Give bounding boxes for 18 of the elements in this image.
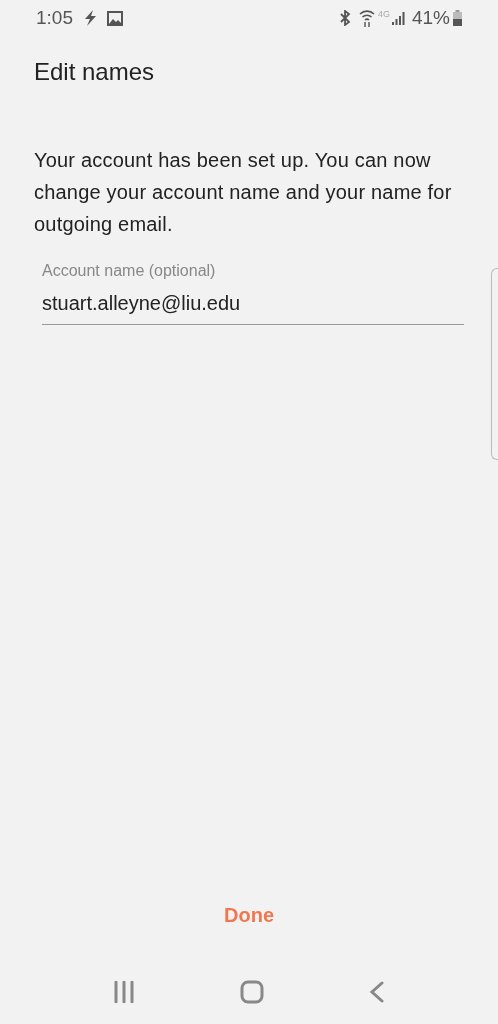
- setup-message: Your account has been set up. You can now change your account name and your name for outgoing email.: [34, 148, 453, 237]
- page-title: Edit names: [34, 57, 156, 87]
- edge-panel-handle[interactable]: [491, 268, 498, 460]
- wifi-icon: [358, 9, 375, 27]
- flash-icon: [83, 10, 97, 26]
- battery-percent: 41%: [411, 5, 450, 30]
- recent-apps-icon[interactable]: [112, 981, 135, 1003]
- network-type: 4G: [377, 8, 390, 21]
- back-icon[interactable]: [369, 981, 386, 1003]
- field-label: Account name (optional): [42, 261, 217, 281]
- status-time: 1:05: [36, 5, 73, 30]
- signal-icon: [391, 11, 406, 25]
- account-name-field[interactable]: Account name (optional) stuart.alleyne@liu.edu: [42, 260, 464, 325]
- bluetooth-icon: [338, 10, 351, 26]
- home-icon[interactable]: [240, 980, 264, 1004]
- battery-icon: [453, 10, 462, 26]
- image-icon: [107, 10, 123, 26]
- field-value: stuart.alleyne@liu.edu: [42, 291, 242, 316]
